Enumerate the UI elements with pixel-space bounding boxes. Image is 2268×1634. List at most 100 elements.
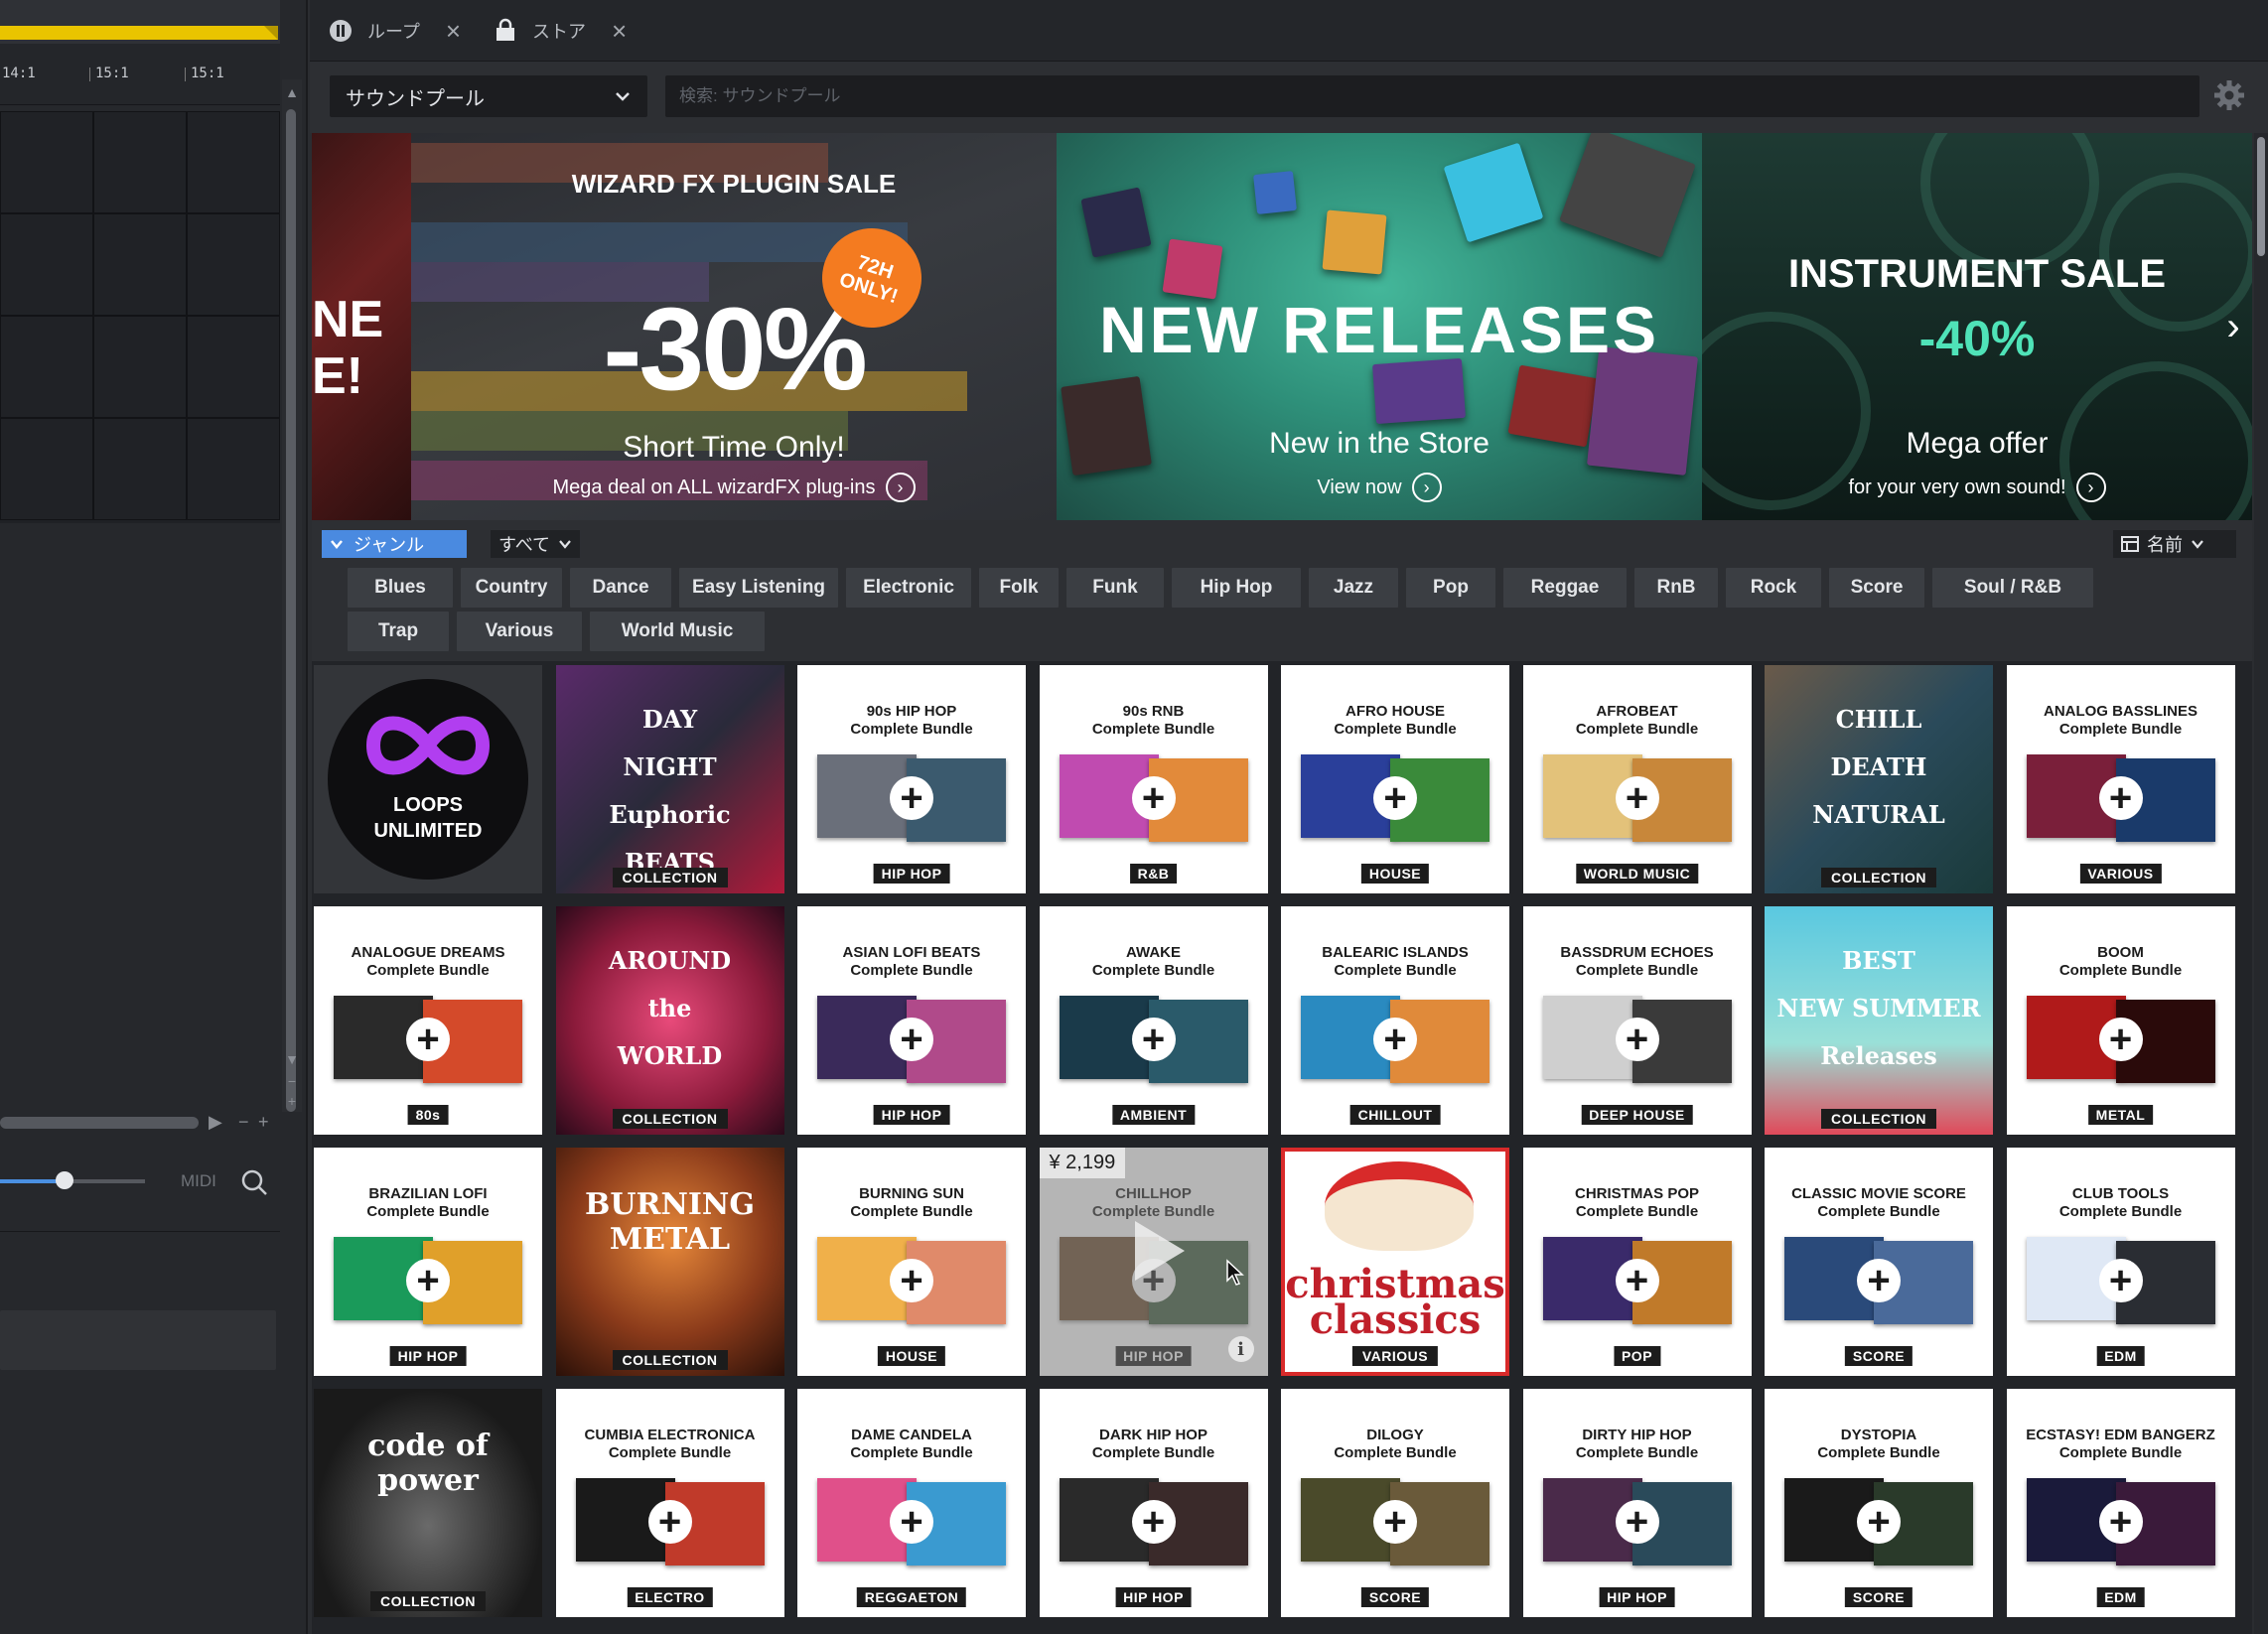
info-icon[interactable]: i — [1227, 1336, 1254, 1362]
product-tile[interactable]: DYSTOPIA Complete Bundle + SCORE — [1765, 1389, 1993, 1617]
track-field[interactable] — [0, 1310, 276, 1370]
arranger-cell[interactable] — [0, 418, 93, 520]
arranger-cell[interactable] — [0, 213, 93, 316]
product-tile[interactable]: BEST NEW SUMMER Releases COLLECTION — [1765, 906, 1993, 1135]
product-tile[interactable]: CHILL DEATH NATURAL COLLECTION — [1765, 665, 1993, 893]
genre-chip[interactable]: Jazz — [1309, 568, 1398, 608]
arranger-cell[interactable] — [187, 418, 280, 520]
genre-chip[interactable]: RnB — [1634, 568, 1718, 608]
tab-store[interactable]: ストア × — [481, 0, 627, 62]
product-tile[interactable]: AROUND the WORLD COLLECTION — [555, 906, 784, 1135]
product-tile[interactable]: ANALOGUE DREAMS Complete Bundle +80s — [314, 906, 542, 1135]
genre-chip[interactable]: Hip Hop — [1172, 568, 1301, 608]
genre-chip[interactable]: Pop — [1406, 568, 1495, 608]
product-tile[interactable]: CLUB TOOLS Complete Bundle + EDM — [2006, 1148, 2235, 1376]
product-tile[interactable]: DAY NIGHT Euphoric BEATS COLLECTION — [555, 665, 784, 893]
scroll-up-icon[interactable]: ▲ — [282, 83, 302, 101]
product-tile[interactable]: BRAZILIAN LOFI Complete Bundle + HIP HOP — [314, 1148, 542, 1376]
genre-filter-toggle[interactable]: ジャンル — [322, 530, 467, 558]
genre-chip[interactable]: Dance — [570, 568, 671, 608]
scrollbar-thumb[interactable] — [286, 109, 296, 1112]
arranger-cell[interactable] — [93, 418, 187, 520]
product-tile[interactable]: LOOPS UNLIMITED — [314, 665, 542, 893]
vertical-scrollbar[interactable] — [282, 79, 302, 1112]
product-tile[interactable]: ECSTASY! EDM BANGERZ Complete Bundle + EDM — [2006, 1389, 2235, 1617]
arranger-grid[interactable] — [0, 111, 280, 523]
zoom-in-h-icon[interactable]: + — [258, 1112, 269, 1133]
genre-chip[interactable]: Blues — [348, 568, 453, 608]
arranger-cell[interactable] — [0, 111, 93, 213]
product-tile[interactable]: CLASSIC MOVIE SCORE Complete Bundle + SCORE — [1765, 1148, 1993, 1376]
volume-slider-track[interactable] — [66, 1179, 145, 1183]
timeline-ruler[interactable]: 14:1 15:1 15:1 — [0, 44, 280, 105]
genre-chip[interactable]: Funk — [1066, 568, 1164, 608]
scroll-down-icon[interactable]: ▼ — [282, 1050, 302, 1068]
zoom-out-icon[interactable]: − — [282, 1072, 302, 1090]
product-tile[interactable]: ASIAN LOFI BEATS Complete Bundle + HIP HOP — [797, 906, 1026, 1135]
product-tile[interactable]: BOOM Complete Bundle + METAL — [2006, 906, 2235, 1135]
product-tile[interactable]: CUMBIA ELECTRONICA Complete Bundle + ELECTR… — [555, 1389, 784, 1617]
magnifier-icon[interactable] — [238, 1166, 270, 1198]
zoom-in-icon[interactable]: + — [282, 1092, 302, 1110]
carousel-next-icon[interactable]: › — [2218, 302, 2248, 351]
horizontal-scrollbar[interactable] — [0, 1117, 199, 1129]
scrollbar-thumb[interactable] — [2257, 137, 2265, 256]
play-icon[interactable] — [1131, 1219, 1187, 1283]
arranger-cell[interactable] — [0, 316, 93, 418]
product-tile[interactable]: code of power COLLECTION — [314, 1389, 542, 1617]
product-tile[interactable]: BURNING METAL COLLECTION — [555, 1148, 784, 1376]
product-tile[interactable]: AWAKE Complete Bundle + AMBIENT — [1039, 906, 1268, 1135]
genre-chip[interactable]: Electronic — [846, 568, 971, 608]
search-input[interactable] — [665, 75, 2199, 117]
product-tile[interactable]: BALEARIC ISLANDS Complete Bundle + CHILLOUT — [1281, 906, 1509, 1135]
arranger-cell[interactable] — [93, 316, 187, 418]
product-tile[interactable]: 90s HIP HOP Complete Bundle + HIP HOP — [797, 665, 1026, 893]
genre-chip[interactable]: Rock — [1726, 568, 1821, 608]
genre-chip[interactable]: Various — [457, 612, 582, 651]
banner-wizard-fx[interactable]: WIZARD FX PLUGIN SALE -30% 72H ONLY! Sho… — [411, 133, 1057, 520]
banner-cta[interactable]: for your very own sound! › — [1702, 473, 2252, 502]
product-tile[interactable]: 90s RNB Complete Bundle + R&B — [1039, 665, 1268, 893]
product-tile[interactable]: CHRISTMAS POP Complete Bundle + POP — [1522, 1148, 1752, 1376]
play-small-icon[interactable]: ▶ — [209, 1112, 222, 1133]
product-tile[interactable]: DAME CANDELA Complete Bundle + REGGAETON — [797, 1389, 1026, 1617]
volume-slider-knob[interactable] — [56, 1171, 73, 1189]
genre-chip[interactable]: Soul / R&B — [1932, 568, 2093, 608]
arranger-cell[interactable] — [93, 111, 187, 213]
soundpool-dropdown[interactable]: サウンドプール — [330, 75, 647, 117]
product-tile[interactable]: DIRTY HIP HOP Complete Bundle + HIP HOP — [1522, 1389, 1752, 1617]
gear-icon[interactable] — [2211, 77, 2247, 113]
banner-cta[interactable]: Mega deal on ALL wizardFX plug-ins › — [411, 473, 1057, 502]
product-tile[interactable]: AFROBEAT Complete Bundle + WORLD MUSIC — [1522, 665, 1752, 893]
genre-chip[interactable]: Folk — [979, 568, 1059, 608]
arranger-cell[interactable] — [187, 213, 280, 316]
banner-cta[interactable]: View now › — [1057, 473, 1702, 502]
genre-chip[interactable]: Easy Listening — [679, 568, 838, 608]
arranger-cell[interactable] — [187, 111, 280, 213]
arranger-cell[interactable] — [187, 316, 280, 418]
genre-chip[interactable]: Reggae — [1503, 568, 1627, 608]
genre-chip[interactable]: Country — [461, 568, 562, 608]
product-tile[interactable]: ANALOG BASSLINES Complete Bundle + VARIOUS — [2006, 665, 2235, 893]
arranger-cell[interactable] — [93, 213, 187, 316]
subgenre-dropdown[interactable]: すべて — [491, 530, 580, 558]
close-icon[interactable]: × — [612, 18, 627, 44]
genre-chip[interactable]: World Music — [590, 612, 765, 651]
page-scrollbar[interactable] — [2254, 133, 2268, 1634]
tab-loops[interactable]: ループ × — [316, 0, 461, 62]
sort-dropdown[interactable]: 名前 — [2113, 530, 2236, 558]
loop-range-marker[interactable] — [0, 26, 278, 40]
banner-previous[interactable]: NE E! — [312, 133, 411, 520]
genre-chip[interactable]: Score — [1829, 568, 1924, 608]
genre-chip[interactable]: Trap — [348, 612, 449, 651]
banner-instrument-sale[interactable]: INSTRUMENT SALE -40% Mega offer for your… — [1702, 133, 2252, 520]
product-tile[interactable]: BASSDRUM ECHOES Complete Bundle + DEEP HOUS… — [1522, 906, 1752, 1135]
product-tile[interactable]: DARK HIP HOP Complete Bundle + HIP HOP — [1039, 1389, 1268, 1617]
product-tile[interactable]: BURNING SUN Complete Bundle + HOUSE — [797, 1148, 1026, 1376]
banner-new-releases[interactable]: NEW RELEASES New in the Store View now › — [1057, 133, 1702, 520]
promo-carousel[interactable]: NE E! WIZARD FX PLUGIN SALE -30% 72H ONL… — [312, 133, 2252, 520]
zoom-out-h-icon[interactable]: − — [238, 1112, 249, 1133]
close-icon[interactable]: × — [446, 18, 461, 44]
product-tile[interactable]: christmas classics VARIOUS — [1281, 1148, 1509, 1376]
product-tile[interactable]: DILOGY Complete Bundle + SCORE — [1281, 1389, 1509, 1617]
